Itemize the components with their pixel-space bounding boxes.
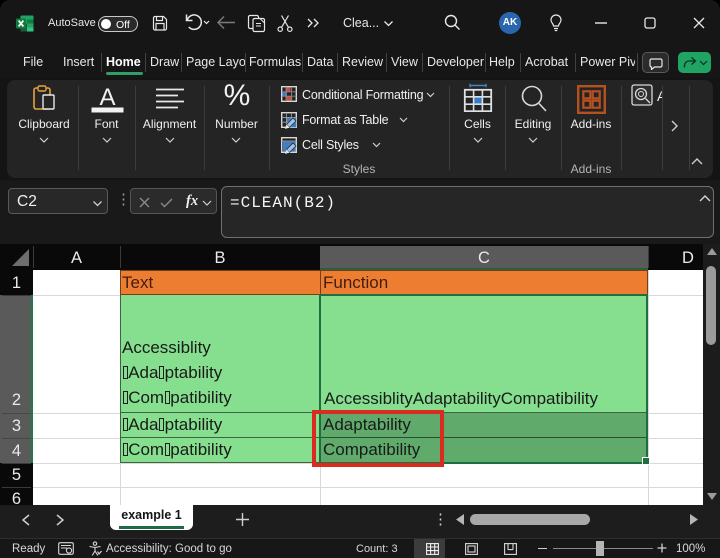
svg-text:A: A — [99, 84, 115, 111]
